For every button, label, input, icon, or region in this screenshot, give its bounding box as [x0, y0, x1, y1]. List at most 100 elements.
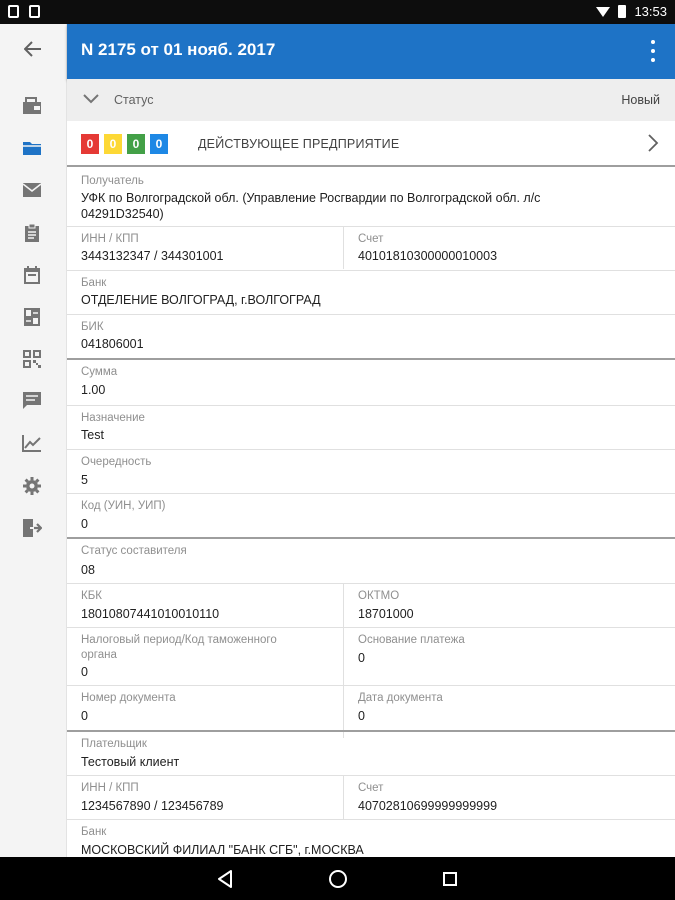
mail-icon[interactable]	[21, 179, 43, 201]
tax-period-value: 0	[81, 665, 88, 679]
check-counter-box: 0	[104, 134, 122, 154]
kbk-value: 18010807441010010110	[81, 607, 220, 621]
order-field: Очередность 5	[67, 450, 675, 493]
app-bar: N 2175 от 01 нояб. 2017	[67, 24, 675, 79]
payer-bank-field: Банк МОСКОВСКИЙ ФИЛИАЛ "БАНК СГБ", г.МОС…	[67, 820, 675, 857]
battery-icon	[618, 5, 627, 18]
wallet-icon[interactable]	[21, 95, 43, 117]
recipient-bank-label: Банк	[81, 277, 107, 289]
order-label: Очередность	[81, 456, 152, 468]
kbk-field: КБК 18010807441010010110	[67, 584, 343, 628]
document-details: Статус Новый 0000 ДЕЙСТВУЮЩЕЕ ПРЕДПРИЯТИ…	[67, 79, 675, 857]
notification-sd-icon	[29, 5, 40, 18]
chat-icon[interactable]	[21, 390, 43, 412]
tax-period-field: Налоговый период/Код таможенного органа …	[67, 628, 343, 685]
status-value: Новый	[621, 93, 660, 107]
check-counters: 0000	[81, 134, 168, 154]
chevron-down-icon	[83, 94, 99, 104]
oktmo-label: ОКТМО	[358, 590, 400, 602]
doc-date-label: Дата документа	[358, 692, 443, 704]
compiler-status-value: 08	[81, 563, 95, 577]
clock: 13:53	[634, 4, 667, 19]
recipient-value-line1: УФК по Волгоградской обл. (Управление Ро…	[81, 191, 541, 205]
payment-basis-field: Основание платежа 0	[344, 628, 675, 685]
exit-icon[interactable]	[21, 517, 43, 539]
order-value: 5	[81, 473, 88, 487]
gear-icon[interactable]	[21, 475, 43, 497]
payer-bank-value: МОСКОВСКИЙ ФИЛИАЛ "БАНК СГБ", г.МОСКВА	[81, 843, 364, 857]
recipient-account-value: 40101810300000010003	[358, 249, 498, 263]
recipient-value-line2: 04291D32540)	[81, 207, 164, 221]
code-label: Код (УИН, УИП)	[81, 500, 166, 512]
payer-value: Тестовый клиент	[81, 755, 180, 769]
recipient-account-label: Счет	[358, 233, 384, 245]
kbk-label: КБК	[81, 590, 102, 602]
recipient-bank-field: Банк ОТДЕЛЕНИЕ ВОЛГОГРАД, г.ВОЛГОГРАД	[67, 271, 675, 313]
recipient-bank-value: ОТДЕЛЕНИЕ ВОЛГОГРАД, г.ВОЛГОГРАД	[81, 293, 321, 307]
notification-image-icon	[8, 5, 19, 18]
oktmo-value: 18701000	[358, 607, 414, 621]
recipient-bik-label: БИК	[81, 321, 104, 333]
payer-account-field: Счет 40702810699999999999	[344, 776, 675, 819]
page-title: N 2175 от 01 нояб. 2017	[81, 40, 276, 59]
payment-basis-value: 0	[358, 651, 365, 665]
doc-number-value: 0	[81, 709, 88, 723]
purpose-label: Назначение	[81, 412, 145, 424]
purpose-value: Test	[81, 428, 104, 442]
payer-inn-value: 1234567890 / 123456789	[81, 799, 224, 813]
doc-number-label: Номер документа	[81, 692, 176, 704]
recipient-inn-field: ИНН / КПП 3443132347 / 344301001	[67, 227, 343, 269]
payer-label: Плательщик	[81, 738, 147, 750]
code-value: 0	[81, 517, 88, 531]
payer-account-label: Счет	[358, 782, 384, 794]
check-counter-box: 0	[150, 134, 168, 154]
chart-icon[interactable]	[21, 432, 43, 454]
payer-bank-label: Банк	[81, 826, 107, 838]
chevron-right-icon	[648, 134, 659, 152]
compiler-status-field: Статус составителя 08	[67, 539, 675, 583]
back-arrow-icon[interactable]	[20, 36, 46, 62]
payer-field: Плательщик Тестовый клиент	[67, 732, 675, 775]
payer-inn-label: ИНН / КПП	[81, 782, 139, 794]
overflow-menu-icon[interactable]	[649, 40, 657, 62]
back-triangle-icon[interactable]	[214, 868, 236, 890]
wifi-icon	[596, 6, 611, 17]
payer-account-value: 40702810699999999999	[358, 799, 498, 813]
doc-date-value: 0	[358, 709, 365, 723]
recipient-label: Получатель	[81, 175, 144, 187]
home-circle-icon[interactable]	[327, 868, 349, 890]
recipient-account-field: Счет 40101810300000010003	[344, 227, 675, 269]
sidebar	[0, 24, 67, 857]
payer-inn-field: ИНН / КПП 1234567890 / 123456789	[67, 776, 343, 819]
tax-period-label-line2: органа	[81, 649, 117, 661]
recipient-bik-field: БИК 041806001	[67, 315, 675, 357]
system-status-bar: 13:53	[0, 0, 675, 24]
calculator-icon[interactable]	[21, 306, 43, 328]
oktmo-field: ОКТМО 18701000	[344, 584, 675, 628]
payment-basis-label: Основание платежа	[358, 634, 465, 646]
sum-value: 1.00	[81, 383, 106, 397]
sum-field: Сумма 1.00	[67, 360, 675, 403]
system-nav-bar	[0, 857, 675, 900]
clipboard-icon[interactable]	[21, 222, 43, 244]
compiler-status-label: Статус составителя	[81, 545, 187, 557]
recents-square-icon[interactable]	[439, 868, 461, 890]
check-counter-box: 0	[81, 134, 99, 154]
tax-period-label-line1: Налоговый период/Код таможенного	[81, 634, 277, 646]
notification-icons	[8, 5, 40, 18]
folder-icon[interactable]	[21, 137, 43, 159]
status-row[interactable]: Статус Новый	[67, 79, 675, 121]
recipient-field: Получатель УФК по Волгоградской обл. (Уп…	[67, 169, 675, 224]
purpose-field: Назначение Test	[67, 406, 675, 449]
code-field: Код (УИН, УИП) 0	[67, 494, 675, 537]
recipient-inn-label: ИНН / КПП	[81, 233, 139, 245]
calendar-icon[interactable]	[21, 264, 43, 286]
recipient-bik-value: 041806001	[81, 337, 144, 351]
counterparty-status-label: ДЕЙСТВУЮЩЕЕ ПРЕДПРИЯТИЕ	[198, 137, 400, 151]
status-label: Статус	[114, 93, 154, 107]
qr-code-icon[interactable]	[21, 348, 43, 370]
sum-label: Сумма	[81, 366, 118, 378]
check-counter-box: 0	[127, 134, 145, 154]
counterparty-check-row[interactable]: 0000 ДЕЙСТВУЮЩЕЕ ПРЕДПРИЯТИЕ	[67, 121, 675, 167]
recipient-inn-value: 3443132347 / 344301001	[81, 249, 224, 263]
